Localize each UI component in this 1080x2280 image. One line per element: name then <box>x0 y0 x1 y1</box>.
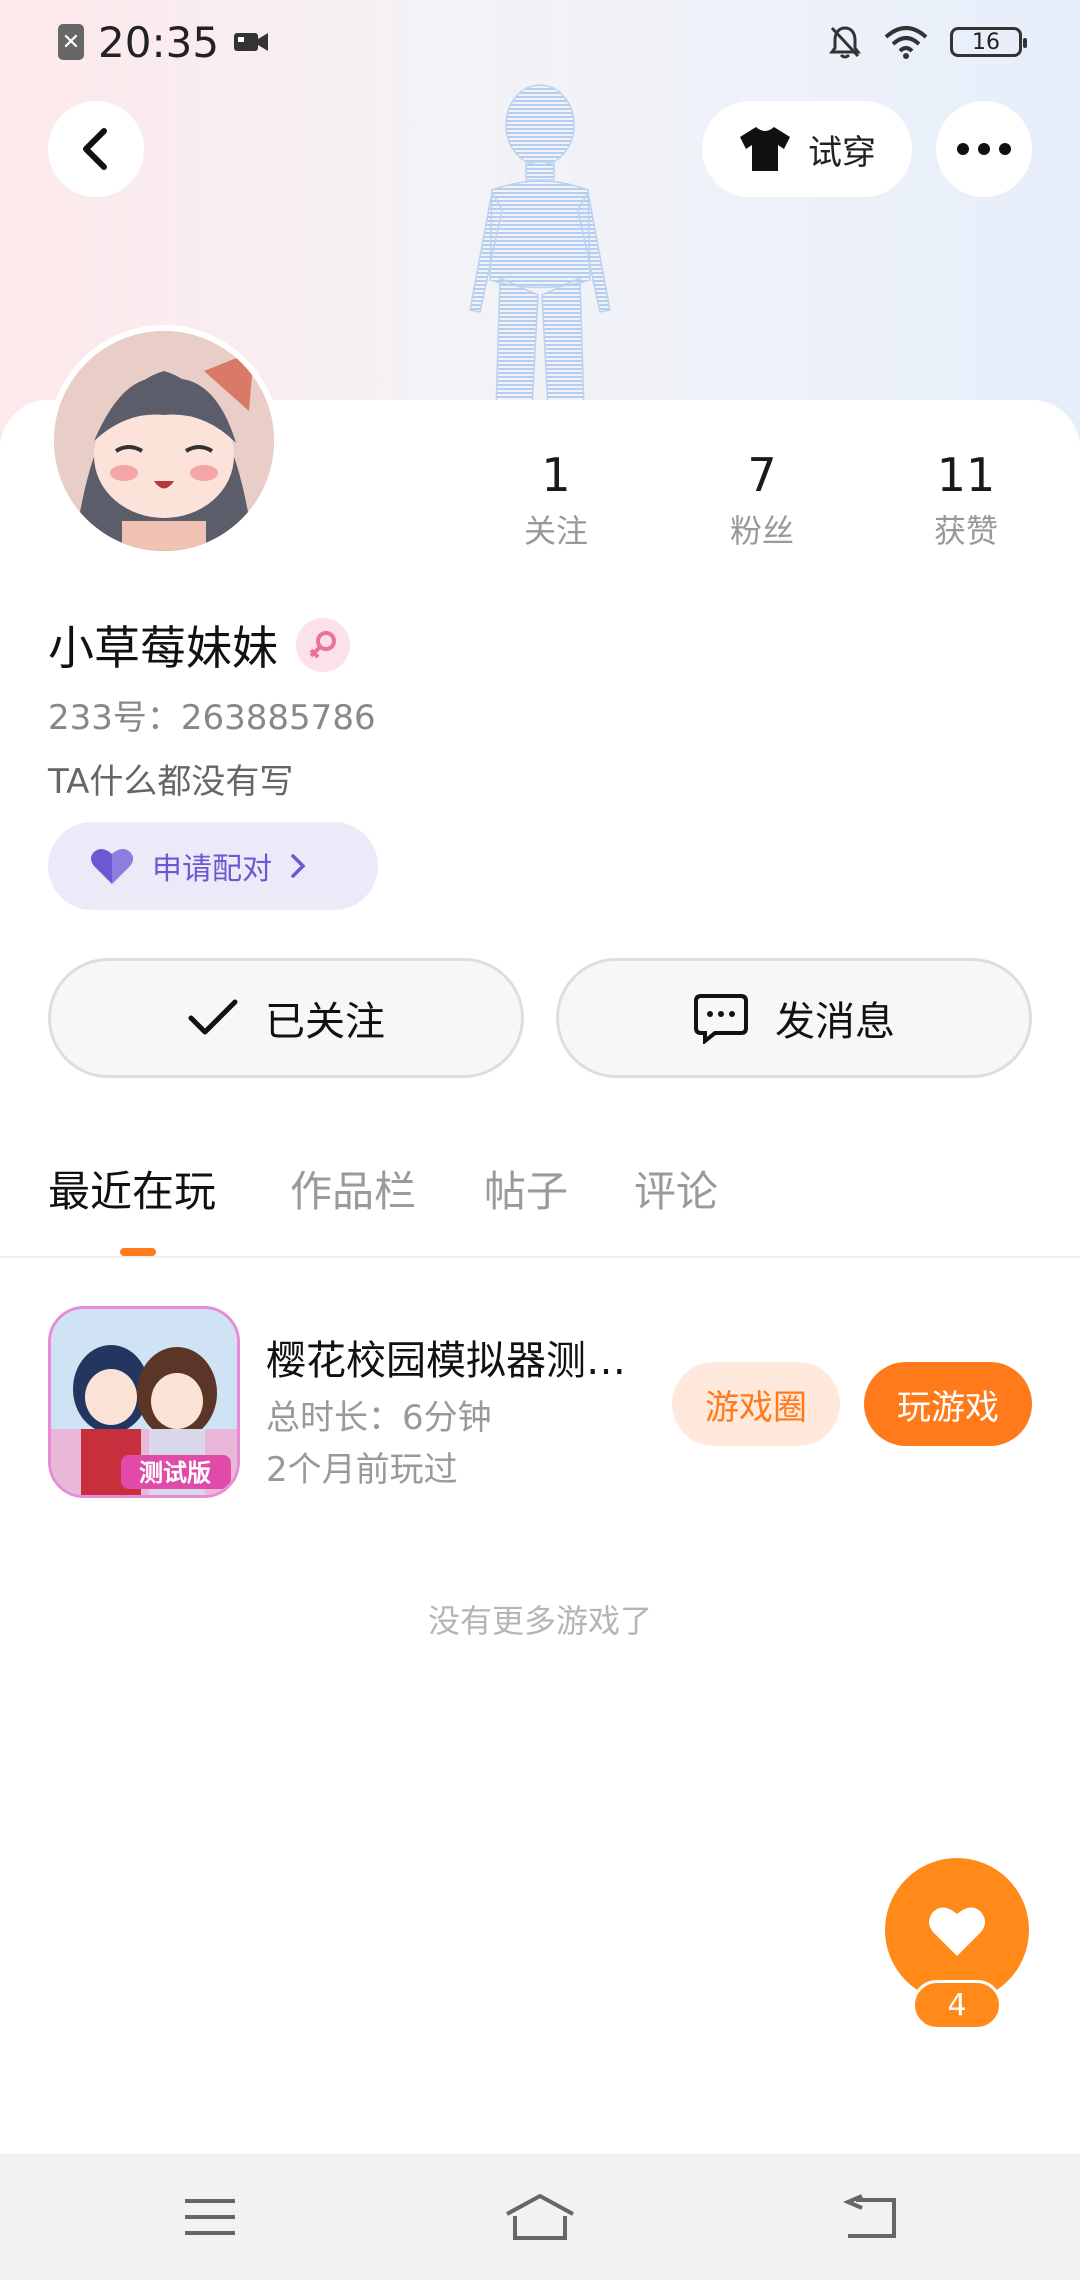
apply-match-label: 申请配对 <box>152 852 272 887</box>
play-game-label: 玩游戏 <box>897 1387 999 1428</box>
more-dots-icon <box>957 143 1011 155</box>
stat-followers[interactable]: 7 粉丝 <box>682 445 842 553</box>
game-title[interactable]: 樱花校园模拟器测… <box>266 1328 646 1386</box>
play-game-button[interactable]: 玩游戏 <box>864 1362 1032 1446</box>
tab-posts[interactable]: 帖子 <box>484 1158 568 1219</box>
try-on-label: 试穿 <box>808 132 876 173</box>
stat-value: 11 <box>936 448 996 502</box>
game-last-played: 2个月前玩过 <box>266 1450 458 1490</box>
back-nav-icon[interactable] <box>830 2182 910 2252</box>
tshirt-icon <box>740 127 790 171</box>
stat-likes[interactable]: 11 获赞 <box>886 445 1046 553</box>
stat-value: 1 <box>541 448 571 502</box>
tab-recently-played[interactable]: 最近在玩 <box>48 1158 216 1219</box>
try-on-button[interactable]: 试穿 <box>702 101 912 197</box>
list-item[interactable]: 测试版 樱花校园模拟器测… 总时长：6分钟 2个月前玩过 游戏圈 玩游戏 <box>0 1306 1080 1498</box>
active-tab-indicator <box>120 1248 156 1256</box>
heart-icon <box>929 1907 985 1956</box>
female-icon <box>296 618 350 672</box>
apply-match-button[interactable]: 申请配对 <box>48 822 378 910</box>
game-circle-button[interactable]: 游戏圈 <box>672 1362 840 1446</box>
wifi-icon <box>884 26 928 59</box>
battery-level: 16 <box>972 29 1000 55</box>
send-message-label: 发消息 <box>775 999 895 1045</box>
profile-name-row: 小草莓妹妹 <box>48 612 350 678</box>
back-button[interactable] <box>48 101 144 197</box>
stat-label: 获赞 <box>933 512 998 550</box>
stat-value: 7 <box>747 448 777 502</box>
followed-label: 已关注 <box>265 999 385 1045</box>
home-icon[interactable] <box>500 2182 580 2252</box>
menu-icon[interactable] <box>170 2182 250 2252</box>
avatar-figure-silhouette <box>469 84 611 410</box>
list-end-text: 没有更多游戏了 <box>427 1602 652 1640</box>
stat-label: 粉丝 <box>729 512 794 550</box>
chevron-right-icon <box>291 854 306 878</box>
more-button[interactable] <box>936 101 1032 197</box>
chevron-left-icon <box>83 128 107 170</box>
check-icon <box>188 999 238 1035</box>
bio: TA什么都没有写 <box>48 762 294 802</box>
tab-comments[interactable]: 评论 <box>634 1158 718 1219</box>
status-bar: ✕ 20:35 16 <box>0 0 1080 84</box>
like-count: 4 <box>912 1980 1002 2030</box>
battery-icon: 16 <box>950 27 1027 57</box>
system-nav-bar <box>0 2154 1080 2280</box>
video-icon <box>234 33 269 51</box>
stat-label: 关注 <box>523 512 588 550</box>
game-icon: 测试版 <box>48 1306 240 1498</box>
message-icon <box>694 994 748 1044</box>
profile-stats: 1 关注 7 粉丝 11 获赞 <box>0 445 1080 565</box>
game-icon-badge: 测试版 <box>139 1459 211 1487</box>
profile-tabs: 最近在玩 作品栏 帖子 评论 <box>0 1150 1080 1258</box>
game-duration: 总时长：6分钟 <box>266 1398 492 1438</box>
send-message-button[interactable]: 发消息 <box>556 958 1032 1078</box>
game-circle-label: 游戏圈 <box>705 1387 807 1428</box>
heart-icon <box>91 848 133 884</box>
mute-bell-icon <box>829 26 861 59</box>
user-id: 233号：263885786 <box>48 698 376 738</box>
sim-icon: ✕ <box>58 24 84 60</box>
nickname: 小草莓妹妹 <box>48 621 278 675</box>
followed-button[interactable]: 已关注 <box>48 958 524 1078</box>
stat-following[interactable]: 1 关注 <box>476 445 636 553</box>
tab-works[interactable]: 作品栏 <box>290 1158 416 1219</box>
status-time: 20:35 <box>98 17 220 67</box>
